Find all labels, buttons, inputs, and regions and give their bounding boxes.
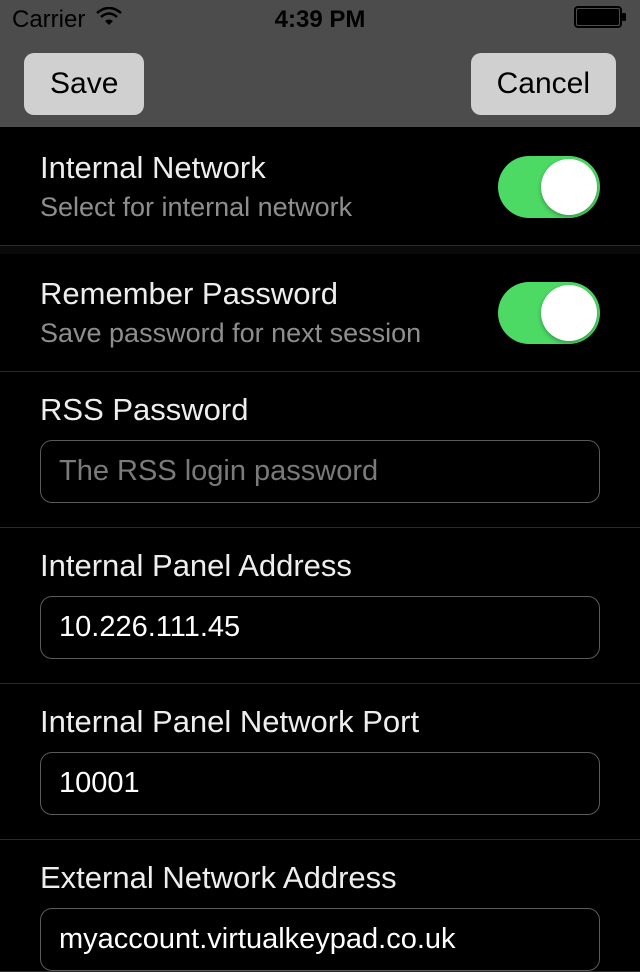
remember-password-row: Remember Password Save password for next… xyxy=(0,254,640,372)
internal-network-title: Internal Network xyxy=(40,150,352,186)
toggle-knob xyxy=(541,159,597,215)
save-button[interactable]: Save xyxy=(24,53,144,115)
wifi-icon xyxy=(95,6,123,34)
battery-icon xyxy=(574,6,628,35)
rss-password-label: RSS Password xyxy=(40,392,600,428)
status-bar: Carrier 4:39 PM xyxy=(0,0,640,40)
internal-panel-address-row: Internal Panel Address xyxy=(0,528,640,684)
status-time: 4:39 PM xyxy=(275,6,366,34)
status-left: Carrier xyxy=(12,6,123,34)
internal-panel-address-label: Internal Panel Address xyxy=(40,548,600,584)
external-network-address-row: External Network Address xyxy=(0,840,640,972)
carrier-label: Carrier xyxy=(12,6,85,34)
external-network-address-label: External Network Address xyxy=(40,860,600,896)
remember-password-title: Remember Password xyxy=(40,276,421,312)
internal-panel-port-label: Internal Panel Network Port xyxy=(40,704,600,740)
remember-password-text: Remember Password Save password for next… xyxy=(40,276,421,349)
internal-panel-port-input[interactable] xyxy=(40,752,600,815)
internal-panel-port-row: Internal Panel Network Port xyxy=(0,684,640,840)
row-separator xyxy=(0,246,640,254)
toggle-knob xyxy=(541,285,597,341)
remember-password-subtitle: Save password for next session xyxy=(40,318,421,349)
status-right xyxy=(574,6,628,35)
internal-network-subtitle: Select for internal network xyxy=(40,192,352,223)
internal-network-text: Internal Network Select for internal net… xyxy=(40,150,352,223)
internal-network-row: Internal Network Select for internal net… xyxy=(0,128,640,246)
external-network-address-input[interactable] xyxy=(40,908,600,971)
cancel-button[interactable]: Cancel xyxy=(471,53,616,115)
internal-panel-address-input[interactable] xyxy=(40,596,600,659)
internal-network-toggle[interactable] xyxy=(498,156,600,218)
rss-password-row: RSS Password xyxy=(0,372,640,528)
nav-bar: Save Cancel xyxy=(0,40,640,128)
settings-list: Internal Network Select for internal net… xyxy=(0,128,640,972)
rss-password-input[interactable] xyxy=(40,440,600,503)
remember-password-toggle[interactable] xyxy=(498,282,600,344)
